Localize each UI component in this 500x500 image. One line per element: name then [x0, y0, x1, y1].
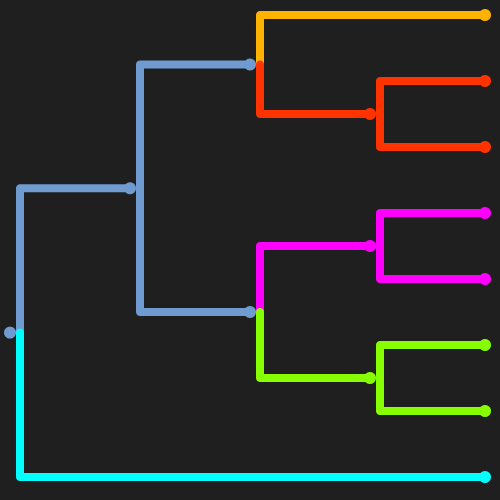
node-n6 [364, 372, 376, 384]
branch-leaf-5 [376, 242, 489, 283]
branch-leaf-7 [376, 374, 489, 415]
node-n2 [244, 58, 256, 71]
branch-leaf-1 [256, 11, 489, 69]
node-n1 [124, 182, 136, 195]
branch-n5 [256, 242, 374, 316]
node-n3 [244, 306, 256, 318]
branch-n2 [136, 60, 254, 193]
leaf-4 [479, 207, 491, 219]
branch-leaf-2 [376, 77, 489, 118]
leaf-7 [479, 405, 491, 417]
leaf-2 [479, 75, 491, 87]
node-n4 [364, 108, 376, 120]
branch-leaf-3 [376, 110, 489, 151]
edges [16, 11, 489, 481]
leaf-8 [479, 471, 491, 483]
leaf-5 [479, 273, 491, 285]
branch-leaf-4 [376, 209, 489, 250]
branch-n4 [256, 60, 374, 118]
leaf-1 [479, 9, 491, 21]
branch-n1 [16, 184, 134, 337]
branch-n6 [256, 308, 374, 382]
branch-leaf-8 [16, 328, 489, 481]
node-root [4, 326, 16, 339]
branch-n3 [136, 184, 254, 316]
branch-leaf-6 [376, 341, 489, 382]
leaf-6 [479, 339, 491, 351]
leaf-3 [479, 141, 491, 153]
phylogenetic-tree [4, 9, 491, 483]
node-n5 [364, 240, 376, 252]
